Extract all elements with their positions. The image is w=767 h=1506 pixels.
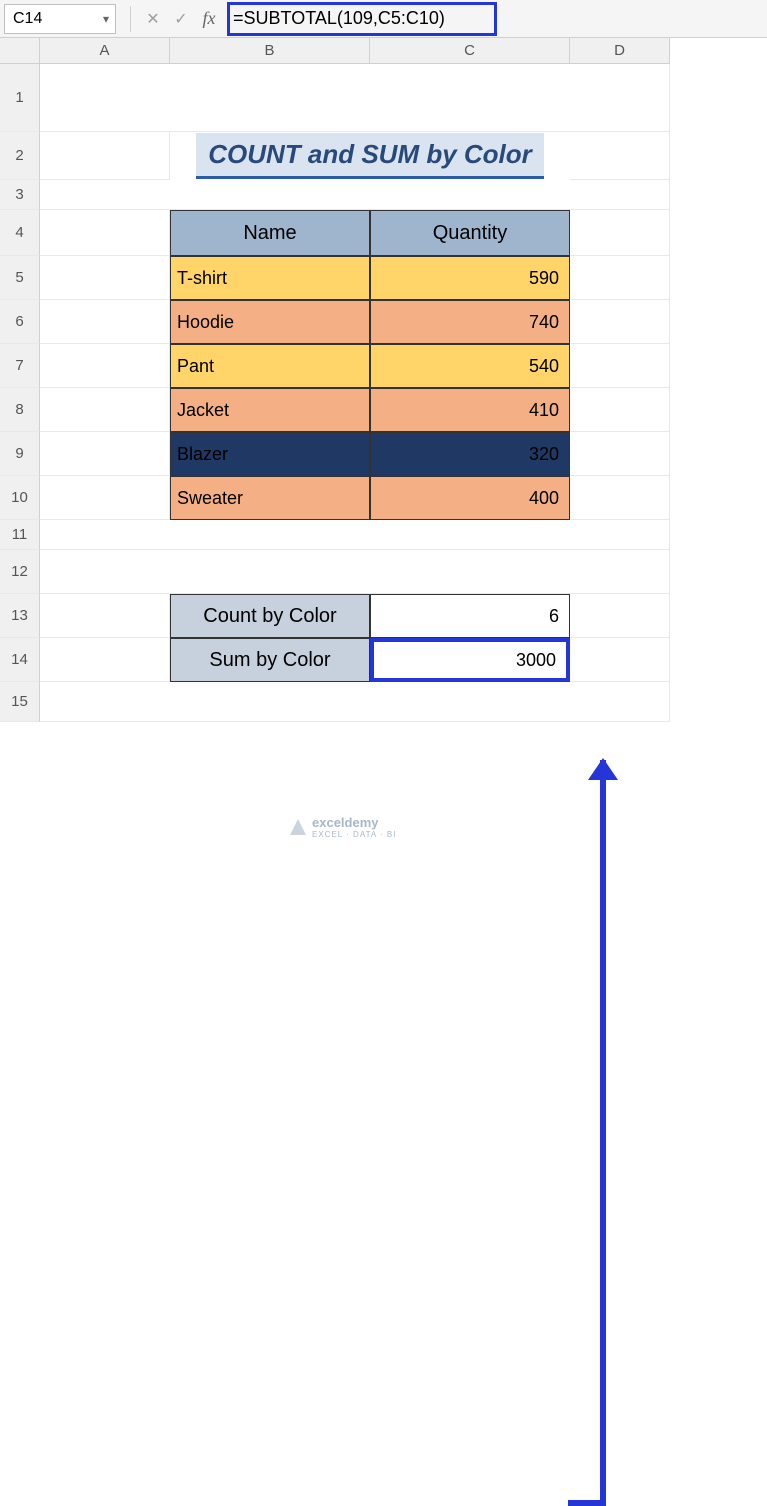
row-header[interactable]: 9: [0, 432, 40, 476]
cell[interactable]: [570, 132, 670, 180]
cell[interactable]: [570, 388, 670, 432]
row-header[interactable]: 11: [0, 520, 40, 550]
cell[interactable]: [40, 682, 670, 722]
formula-text: =SUBTOTAL(109,C5:C10): [233, 8, 445, 29]
table-header-name[interactable]: Name: [170, 210, 370, 256]
cell[interactable]: [40, 594, 170, 638]
watermark-sub: EXCEL · DATA · BI: [312, 830, 396, 839]
table-row[interactable]: Blazer: [170, 432, 370, 476]
row-header[interactable]: 8: [0, 388, 40, 432]
col-header-d[interactable]: D: [570, 38, 670, 64]
cell[interactable]: [40, 256, 170, 300]
spreadsheet-grid[interactable]: A B C D 1 2 COUNT and SUM by Color 3 4 N…: [0, 38, 767, 722]
row-header[interactable]: 7: [0, 344, 40, 388]
row-header[interactable]: 4: [0, 210, 40, 256]
watermark: exceldemy EXCEL · DATA · BI: [290, 815, 396, 839]
table-row[interactable]: Pant: [170, 344, 370, 388]
table-row[interactable]: Jacket: [170, 388, 370, 432]
fx-icon[interactable]: fx: [195, 5, 223, 33]
check-icon[interactable]: ✓: [167, 5, 195, 33]
table-row[interactable]: 400: [370, 476, 570, 520]
cell[interactable]: [570, 344, 670, 388]
cell[interactable]: [40, 210, 170, 256]
title-cell[interactable]: COUNT and SUM by Color: [170, 132, 570, 180]
select-all-corner[interactable]: [0, 38, 40, 64]
row-header[interactable]: 5: [0, 256, 40, 300]
sum-value-selected-cell[interactable]: 3000: [370, 638, 570, 682]
table-row[interactable]: 740: [370, 300, 570, 344]
row-header[interactable]: 3: [0, 180, 40, 210]
cell[interactable]: [570, 476, 670, 520]
table-row[interactable]: Sweater: [170, 476, 370, 520]
cell[interactable]: [570, 300, 670, 344]
cell[interactable]: [40, 300, 170, 344]
col-header-b[interactable]: B: [170, 38, 370, 64]
table-row[interactable]: 540: [370, 344, 570, 388]
cell[interactable]: [570, 594, 670, 638]
table-row[interactable]: 410: [370, 388, 570, 432]
row-header[interactable]: 15: [0, 682, 40, 722]
table-row[interactable]: Hoodie: [170, 300, 370, 344]
arrow-up-icon: [588, 758, 618, 780]
cancel-icon[interactable]: ✕: [139, 5, 167, 33]
cell[interactable]: [40, 344, 170, 388]
cell[interactable]: [40, 64, 670, 132]
cell[interactable]: [40, 476, 170, 520]
col-header-c[interactable]: C: [370, 38, 570, 64]
row-header[interactable]: 6: [0, 300, 40, 344]
cell[interactable]: [40, 388, 170, 432]
cell[interactable]: [570, 432, 670, 476]
count-value[interactable]: 6: [370, 594, 570, 638]
name-box-value: C14: [13, 10, 42, 28]
cell[interactable]: [40, 432, 170, 476]
page-title: COUNT and SUM by Color: [196, 133, 544, 179]
row-header[interactable]: 14: [0, 638, 40, 682]
formula-bar: C14 ▾ ✕ ✓ fx =SUBTOTAL(109,C5:C10): [0, 0, 767, 38]
table-row[interactable]: T-shirt: [170, 256, 370, 300]
table-row[interactable]: 320: [370, 432, 570, 476]
divider: [130, 6, 131, 32]
row-header[interactable]: 10: [0, 476, 40, 520]
name-box[interactable]: C14 ▾: [4, 4, 116, 34]
cell[interactable]: [40, 520, 670, 550]
table-row[interactable]: 590: [370, 256, 570, 300]
sum-label[interactable]: Sum by Color: [170, 638, 370, 682]
cell[interactable]: [570, 638, 670, 682]
cell[interactable]: [40, 550, 670, 594]
row-header[interactable]: 1: [0, 64, 40, 132]
row-header[interactable]: 2: [0, 132, 40, 180]
logo-icon: [290, 819, 306, 835]
cell[interactable]: [570, 256, 670, 300]
chevron-down-icon[interactable]: ▾: [103, 12, 109, 26]
cell[interactable]: [40, 180, 670, 210]
count-label[interactable]: Count by Color: [170, 594, 370, 638]
watermark-text: exceldemy: [312, 815, 396, 830]
col-header-a[interactable]: A: [40, 38, 170, 64]
cell[interactable]: [570, 210, 670, 256]
row-header[interactable]: 12: [0, 550, 40, 594]
cell[interactable]: [40, 638, 170, 682]
table-header-quantity[interactable]: Quantity: [370, 210, 570, 256]
row-header[interactable]: 13: [0, 594, 40, 638]
formula-input[interactable]: =SUBTOTAL(109,C5:C10): [223, 4, 767, 34]
cell[interactable]: [40, 132, 170, 180]
